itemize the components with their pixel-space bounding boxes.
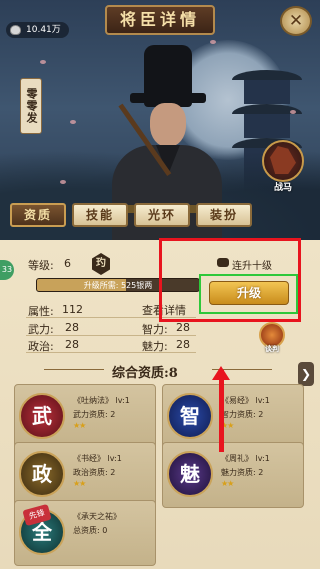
- annotation-arrow-shaft: [219, 370, 224, 452]
- skill-stars: ★★: [73, 479, 86, 488]
- skill-aptitude: 武力资质: 2: [73, 410, 116, 419]
- tab-skills[interactable]: 技能: [72, 203, 128, 227]
- skill-name: 《吐纳法》 lv:1: [73, 396, 130, 405]
- tab-aura[interactable]: 光环: [134, 203, 190, 227]
- annotation-arrow-head: [212, 366, 230, 380]
- negotiate-label: 谈判: [265, 345, 279, 353]
- divider-left: [44, 369, 104, 370]
- next-page-arrow[interactable]: ❯: [298, 362, 314, 386]
- skill-name: 《周礼》 lv:1: [221, 454, 270, 463]
- aptitude-title: 综合资质:8: [112, 366, 178, 381]
- zhengzhi-emblem-icon: 政: [19, 451, 65, 497]
- top-bar: 10.41万 将臣详情 ✕: [0, 0, 320, 42]
- level-value: 6: [64, 257, 71, 270]
- silver-ingot-icon: [10, 25, 21, 35]
- warhorse-label: 战马: [273, 183, 292, 193]
- page-title: 将臣详情: [105, 5, 215, 35]
- skill-card-zhengzhi[interactable]: 政 《书经》 lv:1 政治资质: 2 ★★: [14, 442, 156, 508]
- attr-value: 112: [62, 303, 83, 316]
- negotiate-button[interactable]: 谈判: [259, 322, 285, 353]
- skill-aptitude: 智力资质: 2: [221, 410, 264, 419]
- skill-name: 《易经》 lv:1: [221, 396, 270, 405]
- warhorse-button[interactable]: 战马: [258, 140, 308, 196]
- skill-card-wuli[interactable]: 武 《吐纳法》 lv:1 武力资质: 2 ★★: [14, 384, 156, 450]
- tab-outfit[interactable]: 装扮: [196, 203, 252, 227]
- zhili-value: 28: [176, 321, 190, 334]
- skill-aptitude: 魅力资质: 2: [221, 468, 264, 477]
- zhili-emblem-icon: 智: [167, 393, 213, 439]
- tab-aptitude[interactable]: 资质: [10, 203, 66, 227]
- zhengzhi-value: 28: [65, 338, 79, 351]
- meili-emblem-icon: 魅: [167, 451, 213, 497]
- skill-aptitude: 总资质: 0: [73, 526, 108, 535]
- skill-name: 《书经》 lv:1: [73, 454, 122, 463]
- silver-amount: 10.41万: [26, 25, 61, 35]
- close-button[interactable]: ✕: [280, 6, 312, 36]
- skill-aptitude: 政治资质: 2: [73, 468, 116, 477]
- hero-name: 零零发: [20, 78, 42, 134]
- skill-card-meili[interactable]: 魅 《周礼》 lv:1 魅力资质: 2 ★★: [162, 442, 304, 508]
- wuli-emblem-icon: 武: [19, 393, 65, 439]
- meili-value: 28: [176, 338, 190, 351]
- skill-name: 《承天之祐》: [73, 512, 121, 521]
- level-label: 等级:: [28, 259, 54, 272]
- skill-stars: ★★: [221, 479, 234, 488]
- tab-bar: 资质 技能 光环 装扮: [10, 203, 260, 229]
- highlight-box-green: [199, 274, 298, 314]
- wuli-value: 28: [65, 321, 79, 334]
- skill-card-zhili[interactable]: 智 《易经》 lv:1 智力资质: 2 ★★: [162, 384, 304, 450]
- silver-counter: 10.41万: [6, 22, 69, 38]
- skill-stars: ★★: [73, 421, 86, 430]
